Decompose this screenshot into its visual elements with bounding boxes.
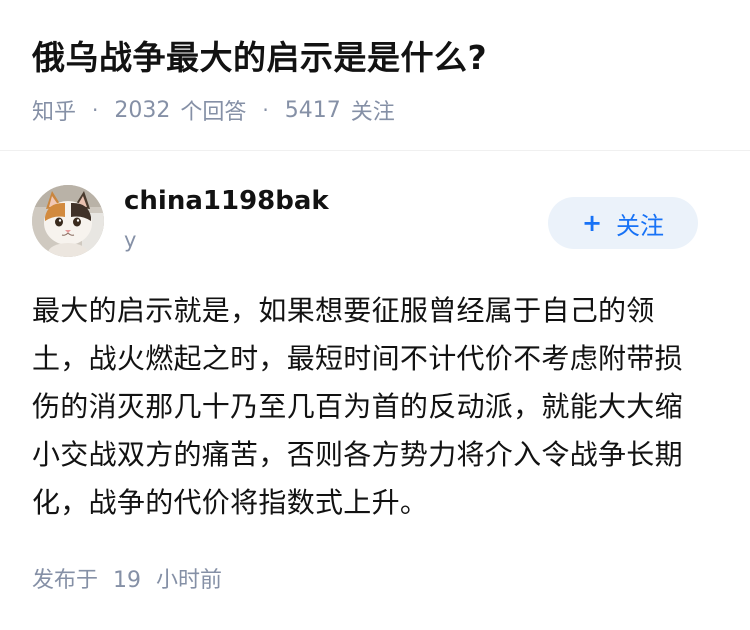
answer-count: 2032: [114, 97, 171, 123]
meta-separator: ·: [262, 98, 269, 122]
publish-prefix: 发布于: [32, 568, 99, 593]
publish-time-value: 19: [113, 568, 142, 593]
follower-count-label: 关注: [350, 100, 395, 125]
answer-content: 最大的启示就是，如果想要征服曾经属于自己的领土，战火燃起之时，最短时间不计代价不…: [32, 294, 683, 519]
meta-separator: ·: [92, 98, 99, 122]
follow-button[interactable]: + 关注: [548, 197, 698, 249]
cat-avatar-icon[interactable]: [32, 185, 104, 257]
question-meta: 知乎 · 2032 个回答 · 5417 关注: [32, 94, 395, 126]
question-header: 俄乌战争最大的启示是是什么? 知乎 · 2032 个回答 · 5417 关注: [0, 0, 750, 151]
source-label[interactable]: 知乎: [32, 94, 76, 126]
answer-count-label: 个回答: [180, 100, 247, 125]
plus-icon: +: [581, 209, 603, 237]
follow-button-label: 关注: [616, 211, 665, 240]
page: 俄乌战争最大的启示是是什么? 知乎 · 2032 个回答 · 5417 关注 c…: [0, 0, 750, 630]
author-bio: y: [124, 228, 137, 252]
author-name[interactable]: china1198bak: [124, 186, 329, 216]
publish-time-suffix: 小时前: [156, 568, 223, 593]
author-row: china1198bak y + 关注: [32, 182, 722, 262]
question-title[interactable]: 俄乌战争最大的启示是是什么?: [32, 36, 487, 80]
answer-time: 发布于 19 小时前: [32, 562, 222, 594]
follower-count: 5417: [284, 97, 341, 123]
